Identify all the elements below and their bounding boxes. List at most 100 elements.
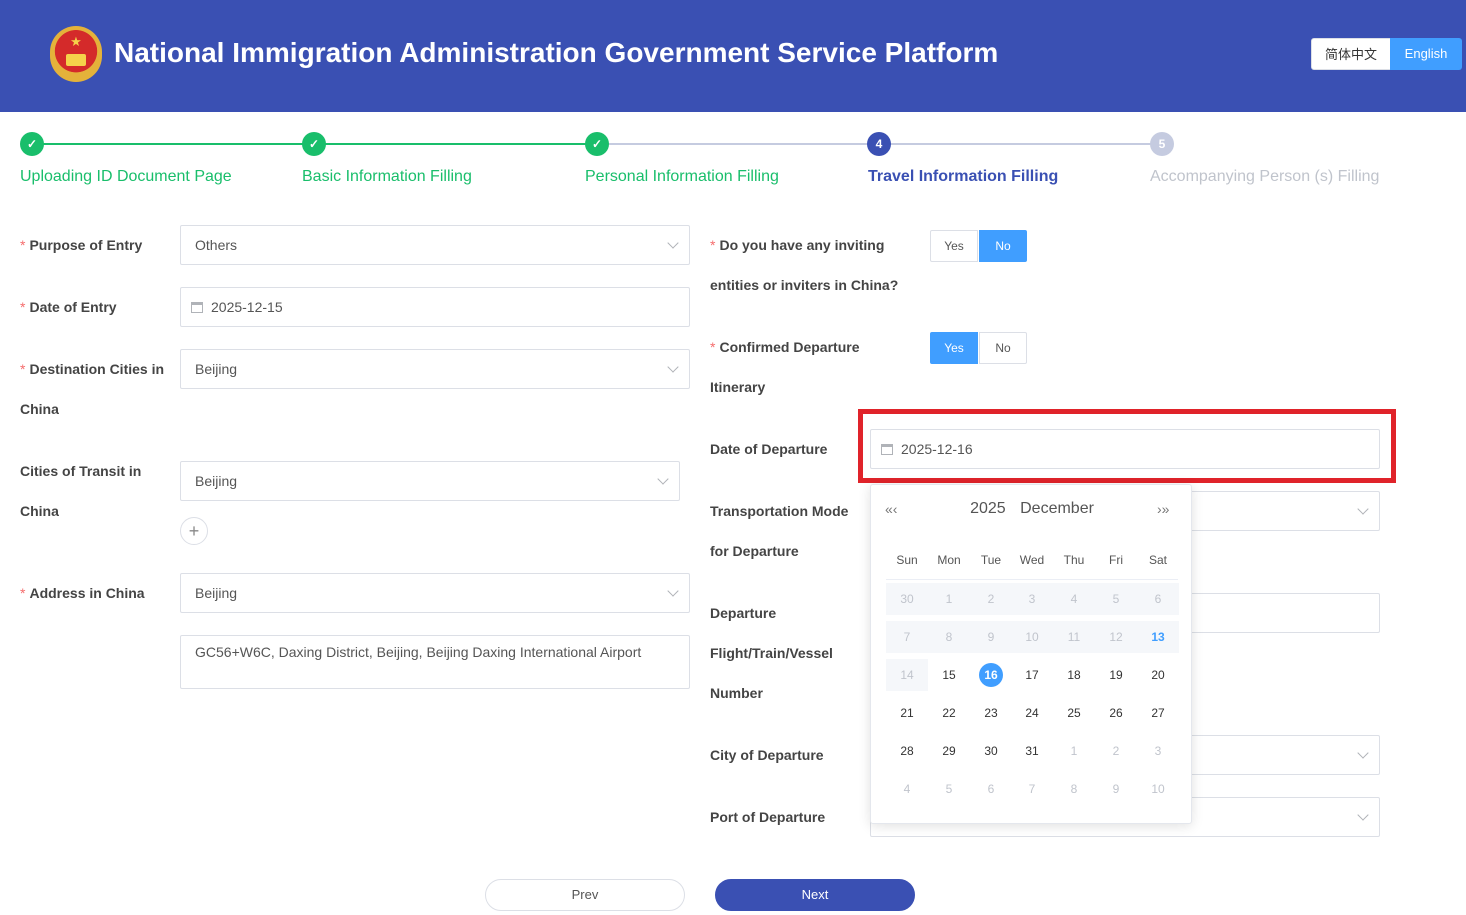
top-header: ★ National Immigration Administration Go… <box>0 0 1466 112</box>
inviting-entities-label: * Do you have any inviting <box>710 237 885 253</box>
day-cell[interactable]: 27 <box>1137 697 1179 729</box>
destination-cities-label: * Destination Cities in <box>20 361 165 377</box>
next-month-year-button[interactable]: ›» <box>1157 501 1169 517</box>
weekday-fri: Fri <box>1109 553 1123 567</box>
picker-year[interactable]: 2025 <box>970 500 1006 517</box>
national-emblem-icon: ★ <box>50 26 102 82</box>
day-cell[interactable]: 13 <box>1137 621 1179 653</box>
day-cell[interactable]: 1 <box>1053 735 1095 767</box>
inviting-no-toggle[interactable]: No <box>979 230 1027 262</box>
step-connector <box>32 143 314 145</box>
day-cell[interactable]: 1 <box>928 583 970 615</box>
highlight-box <box>858 409 1396 483</box>
confirmed-departure-label: * Confirmed Departure <box>710 339 860 355</box>
day-cell[interactable]: 28 <box>886 735 928 767</box>
add-transit-city-button[interactable]: + <box>180 517 208 545</box>
day-cell[interactable]: 10 <box>1011 621 1053 653</box>
weekday-sun: Sun <box>896 553 918 567</box>
progress-steps: ✓ ✓ ✓ 4 5 Uploading ID Document Page Bas… <box>0 112 1466 202</box>
weekday-tue: Tue <box>980 553 1002 567</box>
transit-cities-select[interactable]: Beijing <box>180 461 680 501</box>
date-of-entry-input[interactable]: 2025-12-15 <box>180 287 690 327</box>
address-detail-textarea[interactable]: GC56+W6C, Daxing District, Beijing, Beij… <box>180 635 690 689</box>
weekday-mon: Mon <box>937 553 961 567</box>
language-english-button[interactable]: English <box>1390 38 1462 70</box>
address-city-select[interactable]: Beijing <box>180 573 690 613</box>
purpose-of-entry-value: Others <box>195 237 238 253</box>
destination-cities-select[interactable]: Beijing <box>180 349 690 389</box>
step-3-check-icon: ✓ <box>585 132 609 156</box>
day-cell[interactable]: 4 <box>886 773 928 805</box>
day-cell[interactable]: 3 <box>1011 583 1053 615</box>
day-cell[interactable]: 31 <box>1011 735 1053 767</box>
calendar-icon <box>191 302 203 313</box>
city-of-departure-label: City of Departure <box>710 747 824 763</box>
confirmed-departure-label-line2: Itinerary <box>710 379 766 395</box>
step-2-check-icon: ✓ <box>302 132 326 156</box>
transportation-mode-label: Transportation Mode <box>710 503 849 519</box>
purpose-of-entry-select[interactable]: Others <box>180 225 690 265</box>
date-of-entry-label: * Date of Entry <box>20 299 117 315</box>
day-cell[interactable]: 5 <box>928 773 970 805</box>
day-cell[interactable]: 5 <box>1095 583 1137 615</box>
day-cell[interactable]: 14 <box>886 659 928 691</box>
address-in-china-label: * Address in China <box>20 585 145 601</box>
picker-month[interactable]: December <box>1020 500 1094 517</box>
weekday-sat: Sat <box>1148 553 1167 567</box>
picker-divider <box>886 579 1178 580</box>
day-cell[interactable]: 12 <box>1095 621 1137 653</box>
day-cell[interactable]: 2 <box>970 583 1012 615</box>
day-cell[interactable]: 9 <box>1095 773 1137 805</box>
step-4-number: 4 <box>867 132 891 156</box>
day-cell[interactable]: 15 <box>928 659 970 691</box>
transit-cities-value: Beijing <box>195 473 238 489</box>
day-cell[interactable]: 21 <box>886 697 928 729</box>
day-cell[interactable]: 19 <box>1095 659 1137 691</box>
day-cell[interactable]: 25 <box>1053 697 1095 729</box>
day-cell[interactable]: 17 <box>1011 659 1053 691</box>
departure-number-label-line2: Flight/Train/Vessel <box>710 645 833 661</box>
day-cell[interactable]: 7 <box>886 621 928 653</box>
day-cell[interactable]: 20 <box>1137 659 1179 691</box>
day-cell[interactable]: 3 <box>1137 735 1179 767</box>
confirmed-no-toggle[interactable]: No <box>979 332 1027 364</box>
next-button[interactable]: Next <box>715 879 915 911</box>
date-of-departure-label: Date of Departure <box>710 441 828 457</box>
language-chinese-button[interactable]: 简体中文 <box>1311 38 1391 70</box>
step-5-label: Accompanying Person (s) Filling <box>1150 168 1380 185</box>
inviting-yes-toggle[interactable]: Yes <box>930 230 978 262</box>
step-1-check-icon: ✓ <box>20 132 44 156</box>
chevron-down-icon <box>1357 809 1369 821</box>
step-1-label: Uploading ID Document Page <box>20 168 232 185</box>
confirmed-yes-toggle[interactable]: Yes <box>930 332 978 364</box>
day-cell[interactable]: 8 <box>928 621 970 653</box>
day-cell[interactable]: 8 <box>1053 773 1095 805</box>
day-cell[interactable]: 23 <box>970 697 1012 729</box>
day-cell[interactable]: 30 <box>886 583 928 615</box>
date-picker-popup: «‹ 2025 December ›» Sun Mon Tue Wed Thu … <box>870 484 1192 824</box>
day-cell[interactable]: 10 <box>1137 773 1179 805</box>
day-cell[interactable]: 6 <box>1137 583 1179 615</box>
day-cell[interactable]: 16 <box>970 659 1012 691</box>
day-cell[interactable]: 26 <box>1095 697 1137 729</box>
step-connector <box>597 143 879 145</box>
day-cell[interactable]: 11 <box>1053 621 1095 653</box>
day-cell[interactable]: 2 <box>1095 735 1137 767</box>
day-cell[interactable]: 18 <box>1053 659 1095 691</box>
step-3-label: Personal Information Filling <box>585 168 779 185</box>
day-cell[interactable]: 29 <box>928 735 970 767</box>
chevron-down-icon <box>1357 503 1369 515</box>
day-cell[interactable]: 22 <box>928 697 970 729</box>
day-cell[interactable]: 30 <box>970 735 1012 767</box>
chevron-down-icon <box>657 473 669 485</box>
address-city-value: Beijing <box>195 585 238 601</box>
site-title: National Immigration Administration Gove… <box>114 37 999 68</box>
day-cell[interactable]: 6 <box>970 773 1012 805</box>
day-cell[interactable]: 9 <box>970 621 1012 653</box>
day-cell[interactable]: 4 <box>1053 583 1095 615</box>
purpose-of-entry-label: * Purpose of Entry <box>20 237 143 253</box>
destination-cities-label-line2: China <box>20 401 59 417</box>
day-cell[interactable]: 24 <box>1011 697 1053 729</box>
prev-button[interactable]: Prev <box>485 879 685 911</box>
day-cell[interactable]: 7 <box>1011 773 1053 805</box>
